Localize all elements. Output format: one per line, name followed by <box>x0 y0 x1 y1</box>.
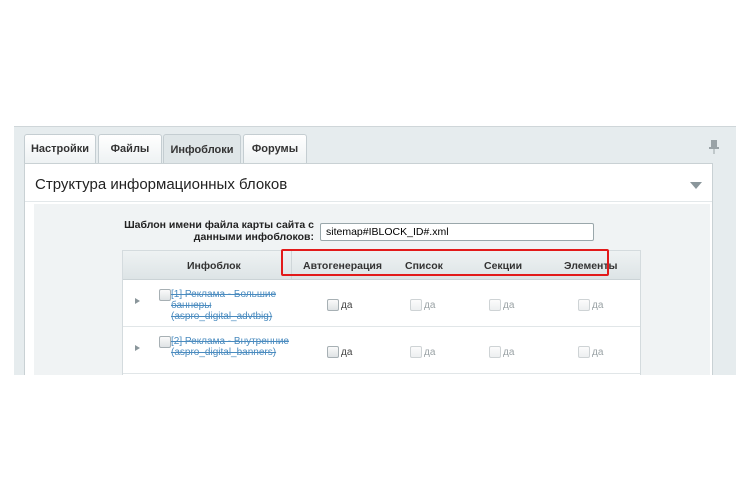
tab-forums-label: Форумы <box>251 143 299 155</box>
tab-iblocks-label: Инфоблоки <box>170 143 234 156</box>
list-checkbox[interactable] <box>410 346 422 358</box>
tab-files[interactable]: Файлы <box>98 134 162 163</box>
tab-settings-label: Настройки <box>30 143 90 155</box>
filename-template-label: Шаблон имени файла карты сайта с данными… <box>124 219 314 243</box>
sections-checkbox-label: да <box>503 300 515 311</box>
iblock-link[interactable]: [1] Реклама - Большие баннеры (aspro_dig… <box>171 289 301 322</box>
autogen-checkbox-label: да <box>341 347 353 358</box>
list-checkbox[interactable] <box>410 299 422 311</box>
elements-checkbox-label: да <box>592 347 604 358</box>
autogen-checkbox[interactable] <box>327 299 339 311</box>
elements-checkbox[interactable] <box>578 346 590 358</box>
sections-checkbox-label: да <box>503 347 515 358</box>
tab-settings[interactable]: Настройки <box>24 134 96 163</box>
iblock-checkbox[interactable] <box>159 289 171 301</box>
sections-checkbox[interactable] <box>489 346 501 358</box>
table-row: [2] Реклама - Внутренние (aspro_digital_… <box>123 327 640 374</box>
list-checkbox-label: да <box>424 300 436 311</box>
highlight-box <box>281 249 609 276</box>
tab-iblocks[interactable]: Инфоблоки <box>163 134 241 164</box>
autogen-checkbox[interactable] <box>327 346 339 358</box>
elements-checkbox[interactable] <box>578 299 590 311</box>
pin-icon[interactable] <box>708 139 720 155</box>
col-header-iblock: Инфоблок <box>187 260 241 272</box>
sections-checkbox[interactable] <box>489 299 501 311</box>
iblock-checkbox[interactable] <box>159 336 171 348</box>
filename-template-input[interactable] <box>320 223 594 241</box>
list-checkbox-label: да <box>424 347 436 358</box>
expand-row-icon[interactable] <box>135 298 140 304</box>
collapse-icon[interactable] <box>690 182 702 189</box>
autogen-checkbox-label: да <box>341 300 353 311</box>
expand-row-icon[interactable] <box>135 345 140 351</box>
section-title: Структура информационных блоков <box>35 176 288 193</box>
section-body: Шаблон имени файла карты сайта с данными… <box>34 204 710 375</box>
tab-files-label: Файлы <box>110 143 150 155</box>
tab-forums[interactable]: Форумы <box>243 134 307 163</box>
iblock-link[interactable]: [2] Реклама - Внутренние (aspro_digital_… <box>171 336 301 358</box>
elements-checkbox-label: да <box>592 300 604 311</box>
table-row: [1] Реклама - Большие баннеры (aspro_dig… <box>123 280 640 327</box>
section-divider <box>25 201 712 202</box>
